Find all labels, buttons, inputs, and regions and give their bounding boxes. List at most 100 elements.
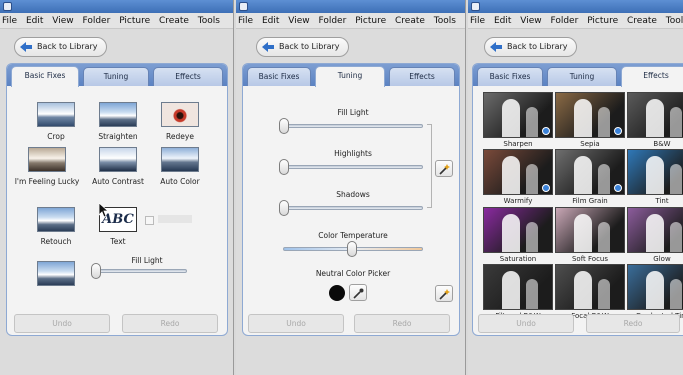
thumbnail-figure bbox=[670, 164, 682, 194]
effect-filtered-b-w-thumbnail bbox=[483, 264, 553, 310]
window-title-bar bbox=[468, 0, 683, 13]
crop-icon bbox=[37, 102, 75, 127]
thumbnail-figure bbox=[502, 156, 520, 194]
menu-folder[interactable]: Folder bbox=[550, 13, 578, 28]
menu-view[interactable]: View bbox=[52, 13, 73, 28]
undo-button[interactable]: Undo bbox=[478, 314, 574, 333]
tab-basic-fixes[interactable]: Basic Fixes bbox=[11, 66, 79, 87]
auto-color-button[interactable]: Auto Color bbox=[141, 147, 219, 186]
thumbnail-figure bbox=[502, 99, 520, 137]
effect-badge-icon bbox=[614, 184, 622, 192]
menu-create[interactable]: Create bbox=[395, 13, 425, 28]
color-temperature-slider-knob[interactable] bbox=[347, 241, 357, 257]
retouch-icon bbox=[37, 207, 75, 232]
effect-saturation-button[interactable]: Saturation bbox=[483, 207, 553, 265]
effect-sepia-thumbnail bbox=[555, 92, 625, 138]
text-button[interactable]: ABC Text bbox=[79, 207, 157, 246]
menu-edit[interactable]: Edit bbox=[494, 13, 511, 28]
menu-picture[interactable]: Picture bbox=[355, 13, 386, 28]
thumbnail-figure bbox=[598, 222, 610, 252]
tab-effects[interactable]: Effects bbox=[153, 67, 223, 86]
tab-effects[interactable]: Effects bbox=[389, 67, 455, 86]
effect-warmify-button[interactable]: Warmify bbox=[483, 149, 553, 207]
effect-warmify-thumbnail bbox=[483, 149, 553, 195]
menu-folder[interactable]: Folder bbox=[82, 13, 110, 28]
fill-light-slider-knob[interactable] bbox=[91, 263, 101, 279]
back-to-library-button[interactable]: Back to Library bbox=[14, 37, 107, 57]
fill-light-track[interactable] bbox=[97, 269, 187, 273]
tab-tuning[interactable]: Tuning bbox=[315, 66, 385, 87]
basic-fixes-window: File Edit View Folder Picture Create Too… bbox=[0, 0, 234, 375]
feeling-lucky-icon bbox=[28, 147, 66, 172]
menu-file[interactable]: File bbox=[2, 13, 17, 28]
thumbnail-figure bbox=[646, 99, 664, 137]
tab-basic-fixes[interactable]: Basic Fixes bbox=[477, 67, 543, 86]
redeye-button[interactable]: Redeye bbox=[141, 102, 219, 141]
menu-folder[interactable]: Folder bbox=[318, 13, 346, 28]
undo-button[interactable]: Undo bbox=[14, 314, 110, 333]
window-title-bar bbox=[0, 0, 233, 13]
redo-button[interactable]: Redo bbox=[354, 314, 450, 333]
feeling-lucky-button[interactable]: I'm Feeling Lucky bbox=[11, 147, 83, 186]
undo-button[interactable]: Undo bbox=[248, 314, 344, 333]
menu-tools[interactable]: Tools bbox=[198, 13, 220, 28]
thumbnail-figure bbox=[526, 222, 538, 252]
auto-tune-button[interactable] bbox=[435, 160, 453, 177]
menu-picture[interactable]: Picture bbox=[119, 13, 150, 28]
menu-tools[interactable]: Tools bbox=[434, 13, 456, 28]
color-temperature-label: Color Temperature bbox=[318, 231, 388, 240]
tab-tuning[interactable]: Tuning bbox=[547, 67, 617, 86]
menu-bar: File Edit View Folder Picture Create Too… bbox=[0, 13, 233, 29]
effect-glow-button[interactable]: Glow bbox=[627, 207, 683, 265]
tab-effects[interactable]: Effects bbox=[621, 66, 683, 87]
redo-button[interactable]: Redo bbox=[586, 314, 680, 333]
menu-edit[interactable]: Edit bbox=[262, 13, 279, 28]
back-arrow-icon bbox=[262, 42, 274, 52]
thumbnail-figure bbox=[670, 279, 682, 309]
back-to-library-button[interactable]: Back to Library bbox=[484, 37, 577, 57]
menu-file[interactable]: File bbox=[470, 13, 485, 28]
effect-b-w-button[interactable]: B&W bbox=[627, 92, 683, 150]
eyedropper-button[interactable] bbox=[349, 284, 367, 301]
menu-file[interactable]: File bbox=[238, 13, 253, 28]
neutral-auto-button[interactable] bbox=[435, 285, 453, 302]
tab-tuning[interactable]: Tuning bbox=[83, 67, 149, 86]
highlights-track[interactable] bbox=[283, 165, 423, 169]
menu-picture[interactable]: Picture bbox=[587, 13, 618, 28]
menu-create[interactable]: Create bbox=[627, 13, 657, 28]
redo-button[interactable]: Redo bbox=[122, 314, 218, 333]
fill-light-icon bbox=[37, 261, 75, 286]
effect-soft-focus-button[interactable]: Soft Focus bbox=[555, 207, 625, 265]
slider-group-bracket bbox=[427, 124, 432, 208]
effect-sepia-button[interactable]: Sepia bbox=[555, 92, 625, 150]
fill-light-slider-knob[interactable] bbox=[279, 118, 289, 134]
back-label: Back to Library bbox=[507, 42, 568, 51]
menu-bar: File Edit View Folder Picture Create Too… bbox=[468, 13, 683, 29]
thumbnail-figure bbox=[646, 156, 664, 194]
effect-sharpen-button[interactable]: Sharpen bbox=[483, 92, 553, 150]
menu-create[interactable]: Create bbox=[159, 13, 189, 28]
menu-view[interactable]: View bbox=[288, 13, 309, 28]
shadows-slider-knob[interactable] bbox=[279, 200, 289, 216]
thumbnail-figure bbox=[502, 214, 520, 252]
menu-tools[interactable]: Tools bbox=[666, 13, 683, 28]
thumbnail-figure bbox=[526, 279, 538, 309]
menu-view[interactable]: View bbox=[520, 13, 541, 28]
thumbnail-figure bbox=[574, 214, 592, 252]
straighten-icon bbox=[99, 102, 137, 127]
fill-light-track[interactable] bbox=[283, 124, 423, 128]
effect-film-grain-button[interactable]: Film Grain bbox=[555, 149, 625, 207]
tab-basic-fixes[interactable]: Basic Fixes bbox=[247, 67, 311, 86]
tab-panel: Basic Fixes Tuning Effects Crop Straight… bbox=[6, 63, 228, 336]
shadows-label: Shadows bbox=[336, 190, 370, 199]
back-to-library-button[interactable]: Back to Library bbox=[256, 37, 349, 57]
shadows-track[interactable] bbox=[283, 206, 423, 210]
effect-tint-button[interactable]: Tint bbox=[627, 149, 683, 207]
auto-color-icon bbox=[161, 147, 199, 172]
fill-light-label: Fill Light bbox=[131, 256, 163, 265]
menu-edit[interactable]: Edit bbox=[26, 13, 43, 28]
effect-soft-focus-thumbnail bbox=[555, 207, 625, 253]
highlights-slider-knob[interactable] bbox=[279, 159, 289, 175]
mouse-cursor-icon bbox=[99, 203, 109, 217]
redeye-icon bbox=[161, 102, 199, 127]
